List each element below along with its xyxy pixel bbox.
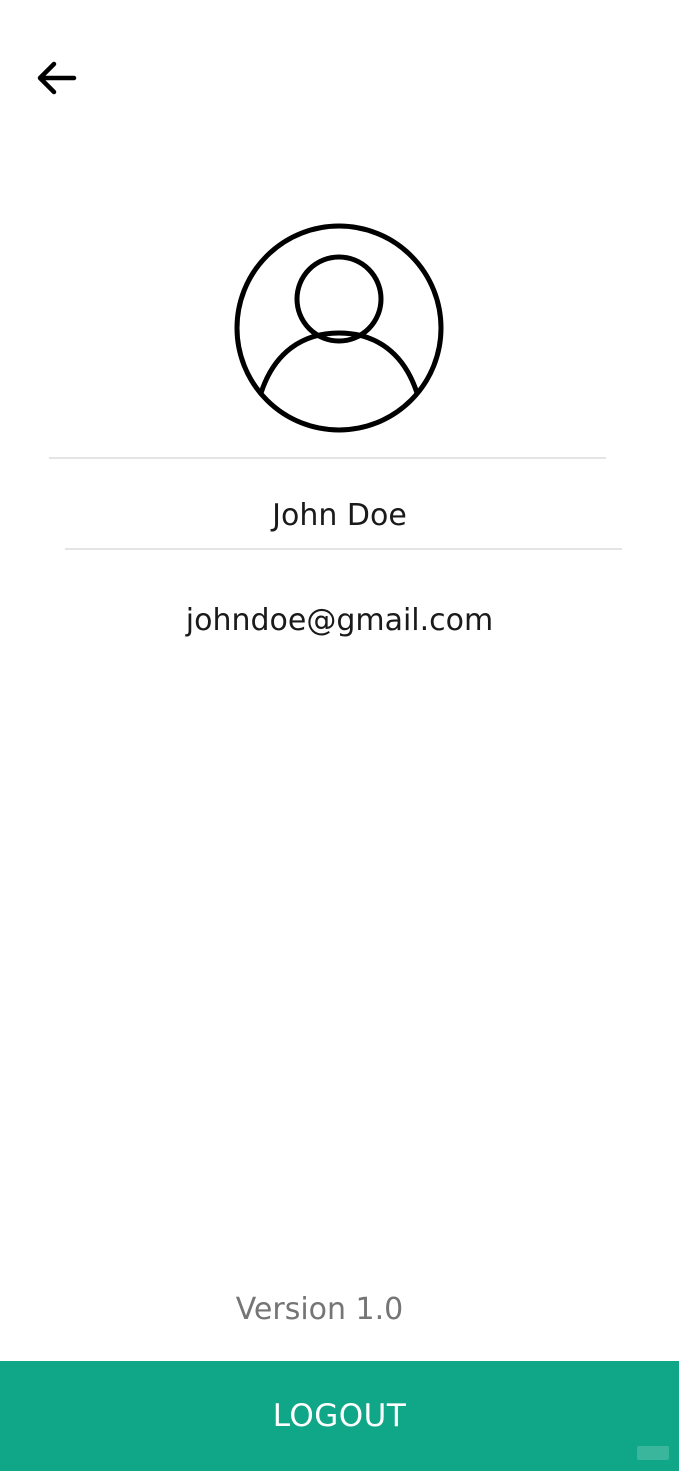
profile-name: John Doe [272,498,407,533]
app-version: Version 1.0 [235,1292,404,1327]
account-circle-icon [234,223,444,433]
logout-button[interactable]: LOGOUT [0,1361,679,1471]
nav-handle [637,1446,669,1460]
arrow-left-icon [37,61,77,95]
logout-label: LOGOUT [272,1398,407,1434]
divider [65,548,622,550]
profile-screen: John Doe johndoe@gmail.com Version 1.0 L… [0,0,679,1471]
divider [49,457,606,459]
profile-email: johndoe@gmail.com [185,603,494,638]
back-button[interactable] [24,46,88,110]
